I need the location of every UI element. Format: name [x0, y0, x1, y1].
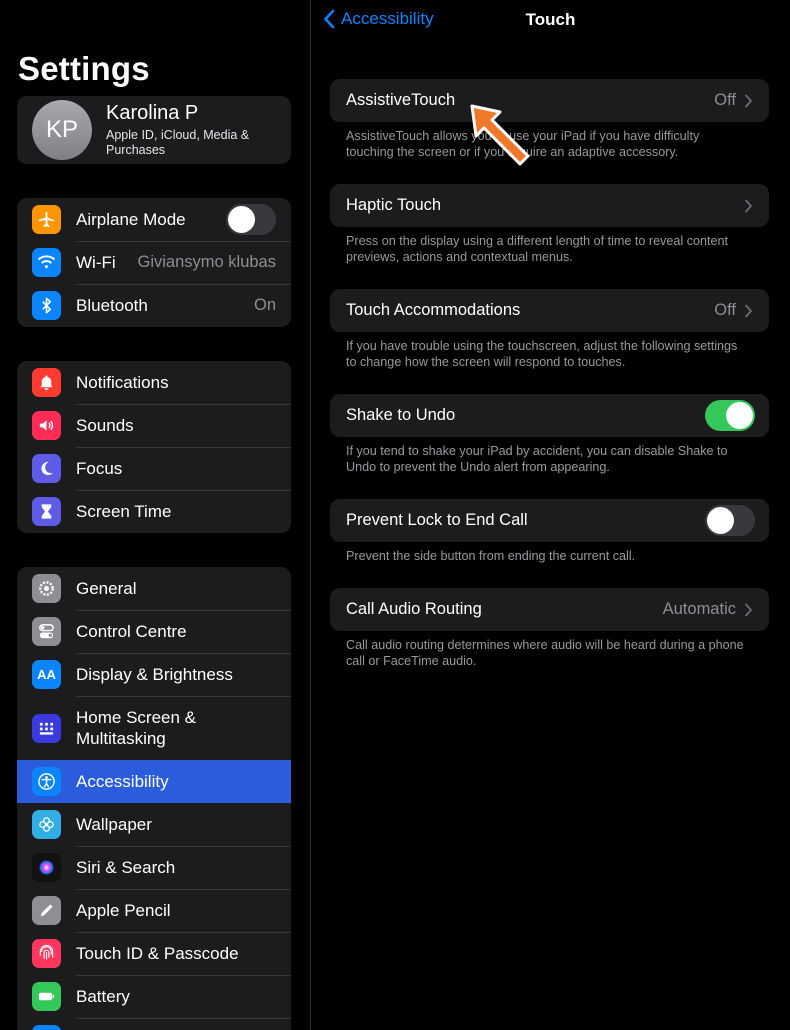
battery-icon: [32, 982, 61, 1011]
prevent-lock-row: Prevent Lock to End Call: [330, 499, 769, 542]
wifi-icon: [32, 248, 61, 277]
shake-to-undo-label: Shake to Undo: [346, 406, 456, 424]
sidebar-title: Settings: [18, 50, 150, 87]
prevent-lock-toggle[interactable]: [705, 505, 755, 536]
siri-icon: [32, 853, 61, 882]
sidebar-item-sounds[interactable]: Sounds: [17, 404, 291, 447]
shake-to-undo-row: Shake to Undo: [330, 394, 769, 437]
sidebar-item-accessibility[interactable]: Accessibility: [17, 760, 291, 803]
sidebar-item-label: General: [76, 578, 137, 598]
sidebar-item-wifi[interactable]: Wi-Fi Giviansymo klubas: [17, 241, 291, 284]
speaker-icon: [32, 411, 61, 440]
sidebar-item-label: Siri & Search: [76, 857, 176, 877]
touch-detail-pane: Accessibility Touch AssistiveTouch Off A…: [311, 0, 790, 1030]
sidebar-item-label: Apple Pencil: [76, 900, 171, 920]
sidebar-item-label: Screen Time: [76, 501, 172, 521]
bell-icon: [32, 368, 61, 397]
prevent-lock-footnote: Prevent the side button from ending the …: [346, 549, 636, 563]
avatar: KP: [32, 100, 92, 160]
sidebar-item-label: Bluetooth: [76, 295, 148, 315]
notifications-group: Notifications Sounds Focus Screen Time: [17, 361, 291, 533]
chevron-right-icon: [745, 199, 752, 212]
sidebar-item-control-centre[interactable]: Control Centre: [17, 610, 291, 653]
bluetooth-status: On: [253, 296, 276, 314]
sidebar-item-siri[interactable]: Siri & Search: [17, 846, 291, 889]
sidebar-item-label: Sounds: [76, 415, 134, 435]
settings-sidebar: Settings KP Karolina P Apple ID, iCloud,…: [0, 0, 310, 1030]
general-group: General Control Centre AA Display & Brig…: [17, 567, 291, 1030]
sidebar-item-label: Focus: [76, 458, 123, 478]
sidebar-item-label: Wallpaper: [76, 814, 152, 834]
sidebar-item-screen-time[interactable]: Screen Time: [17, 490, 291, 533]
sidebar-item-label: Display & Brightness: [76, 664, 233, 684]
navigation-bar: Accessibility Touch: [311, 0, 790, 40]
bluetooth-icon: [32, 291, 61, 320]
shake-to-undo-toggle[interactable]: [705, 400, 755, 431]
haptic-touch-footnote: Press on the display using a different l…: [346, 234, 729, 264]
sidebar-item-label: Wi-Fi: [76, 252, 116, 272]
moon-icon: [32, 454, 61, 483]
page-title: Touch: [525, 10, 576, 29]
airplane-icon: [32, 205, 61, 234]
profile-subtitle: Apple ID, iCloud, Media & Purchases: [106, 128, 250, 157]
text-size-icon: AA: [32, 660, 61, 689]
prevent-lock-label: Prevent Lock to End Call: [346, 511, 528, 529]
app-grid-icon: [32, 713, 61, 743]
sidebar-item-battery[interactable]: Battery: [17, 975, 291, 1018]
connectivity-group: Airplane Mode Wi-Fi Giviansymo klubas Bl…: [17, 198, 291, 327]
touch-accommodations-value: Off: [714, 301, 736, 319]
fingerprint-icon: [32, 939, 61, 968]
sidebar-item-home-screen[interactable]: Home Screen & Multitasking: [17, 696, 291, 760]
shake-to-undo-footnote: If you tend to shake your iPad by accide…: [346, 444, 728, 474]
sidebar-item-label: Battery: [76, 986, 130, 1006]
accessibility-icon: [32, 767, 61, 796]
sidebar-item-label: Home Screen & Multitasking: [76, 708, 196, 748]
partial-icon: [32, 1025, 61, 1030]
haptic-touch-row[interactable]: Haptic Touch: [330, 184, 769, 227]
annotation-arrow-icon: [470, 104, 530, 166]
pencil-icon: [32, 896, 61, 925]
chevron-right-icon: [745, 94, 752, 107]
sidebar-item-label: Notifications: [76, 372, 169, 392]
hourglass-icon: [32, 497, 61, 526]
call-audio-routing-label: Call Audio Routing: [346, 600, 482, 618]
switches-icon: [32, 617, 61, 646]
assistivetouch-footnote: AssistiveTouch allows you to use your iP…: [346, 129, 700, 159]
airplane-mode-toggle[interactable]: [226, 204, 276, 235]
sidebar-item-general[interactable]: General: [17, 567, 291, 610]
sidebar-item-airplane-mode[interactable]: Airplane Mode: [17, 198, 291, 241]
profile-name: Karolina P: [106, 102, 199, 124]
sidebar-item-display-brightness[interactable]: AA Display & Brightness: [17, 653, 291, 696]
gear-icon: [32, 574, 61, 603]
chevron-right-icon: [745, 603, 752, 616]
call-audio-routing-value: Automatic: [662, 600, 736, 618]
flower-icon: [32, 810, 61, 839]
sidebar-item-focus[interactable]: Focus: [17, 447, 291, 490]
sidebar-item-notifications[interactable]: Notifications: [17, 361, 291, 404]
sidebar-item-label: Airplane Mode: [76, 209, 186, 229]
sidebar-item-label: Control Centre: [76, 621, 187, 641]
wifi-network-name: Giviansymo klubas: [137, 253, 276, 271]
touch-accommodations-row[interactable]: Touch Accommodations Off: [330, 289, 769, 332]
assistivetouch-row[interactable]: AssistiveTouch Off: [330, 79, 769, 122]
touch-accommodations-label: Touch Accommodations: [346, 301, 521, 319]
sidebar-item-label: Accessibility: [76, 771, 169, 791]
haptic-touch-label: Haptic Touch: [346, 196, 442, 214]
sidebar-item-touch-id[interactable]: Touch ID & Passcode: [17, 932, 291, 975]
sidebar-item-bluetooth[interactable]: Bluetooth On: [17, 284, 291, 327]
chevron-right-icon: [745, 304, 752, 317]
assistivetouch-value: Off: [714, 91, 736, 109]
touch-accommodations-footnote: If you have trouble using the touchscree…: [346, 339, 738, 369]
call-audio-routing-row[interactable]: Call Audio Routing Automatic: [330, 588, 769, 631]
profile-card[interactable]: KP Karolina P Apple ID, iCloud, Media & …: [17, 96, 291, 164]
sidebar-item-next-partial: [17, 1018, 291, 1030]
sidebar-item-label: Touch ID & Passcode: [76, 943, 239, 963]
sidebar-item-wallpaper[interactable]: Wallpaper: [17, 803, 291, 846]
sidebar-item-apple-pencil[interactable]: Apple Pencil: [17, 889, 291, 932]
call-audio-routing-footnote: Call audio routing determines where audi…: [346, 638, 744, 668]
